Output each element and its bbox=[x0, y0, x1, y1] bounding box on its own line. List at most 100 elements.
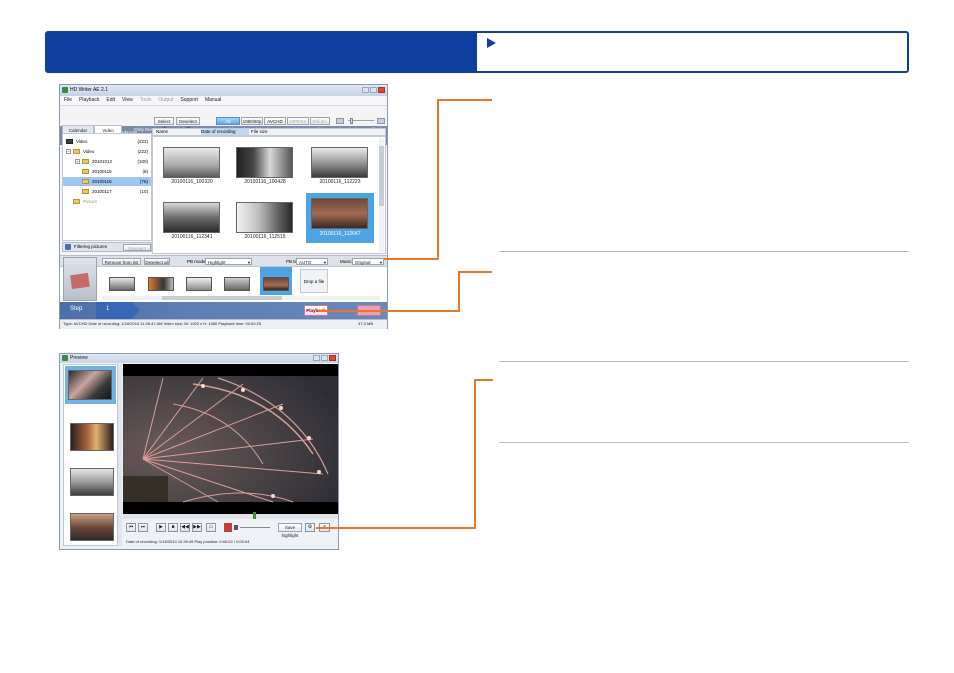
callout-line-2-vertical bbox=[458, 272, 460, 311]
pb-mode-select[interactable]: Highlight ▾ bbox=[205, 258, 252, 265]
tree-item-20100115[interactable]: 20100115 (8) bbox=[63, 167, 151, 176]
step-1-segment: 1 bbox=[96, 302, 132, 319]
scene-thumb-3[interactable]: 20100116_112223 bbox=[308, 144, 378, 190]
strip-item-2[interactable] bbox=[70, 423, 114, 451]
scene-caption: 20100116_112515 bbox=[244, 234, 286, 240]
scene-caption: 20100116_112647 bbox=[319, 231, 361, 237]
strip-splitter[interactable] bbox=[118, 364, 122, 546]
stop-icon[interactable]: ■ bbox=[168, 523, 178, 532]
grid-scrollbar[interactable] bbox=[379, 138, 384, 252]
zoom-slider-thumb[interactable] bbox=[350, 118, 353, 124]
tree-item-picture[interactable]: Picture bbox=[63, 197, 151, 206]
sort-date[interactable]: Date of recording bbox=[201, 129, 249, 135]
close-button[interactable] bbox=[378, 87, 385, 93]
tree-item-root[interactable]: Video (222) bbox=[63, 137, 151, 146]
strip-thumb-5-selected[interactable] bbox=[260, 267, 292, 295]
volume-icon bbox=[234, 525, 238, 530]
drop-a-file-target[interactable]: Drop a file bbox=[300, 269, 328, 293]
callout-line-3-top bbox=[474, 379, 493, 381]
strip-item-3[interactable] bbox=[70, 468, 114, 496]
strip-thumb-1[interactable] bbox=[109, 277, 135, 291]
pb-mode-value: Highlight bbox=[208, 260, 226, 265]
strip-scrollbar[interactable] bbox=[102, 296, 380, 300]
menu-edit[interactable]: Edit bbox=[106, 96, 115, 105]
menu-manual[interactable]: Manual bbox=[205, 96, 221, 105]
seek-bar[interactable] bbox=[123, 512, 338, 519]
next-scene-icon[interactable]: ⏭ bbox=[138, 523, 148, 532]
chevron-down-icon: ▾ bbox=[379, 260, 382, 265]
grid-view-icon[interactable] bbox=[336, 118, 344, 124]
tree-item-20100116[interactable]: 20100116 (76) bbox=[63, 177, 151, 186]
menu-view[interactable]: View bbox=[122, 96, 133, 105]
preview-status: Date of recording: 1/16/2010 10:39:45 Pl… bbox=[126, 539, 250, 544]
strip-thumb-3[interactable] bbox=[186, 277, 212, 291]
deselect-filter-button[interactable]: Deselect bbox=[123, 244, 151, 251]
filter-avchd-button[interactable]: AVCHD bbox=[264, 117, 286, 125]
scene-caption: 20100116_112341 bbox=[171, 234, 213, 240]
filter-1080-button[interactable]: 1080/50p bbox=[241, 117, 263, 125]
deselect-all-list-button[interactable]: Deselect all bbox=[144, 258, 170, 265]
seek-bar-thumb[interactable] bbox=[253, 512, 256, 519]
expand-icon[interactable]: + bbox=[75, 159, 80, 164]
strip-thumb-4[interactable] bbox=[224, 277, 250, 291]
settings-icon[interactable]: ⚙ bbox=[305, 523, 315, 532]
section-divider-1 bbox=[499, 251, 909, 252]
scene-thumb-6-selected[interactable]: 20100116_112647 bbox=[306, 193, 374, 243]
deselect-all-button[interactable]: Deselect all bbox=[176, 117, 200, 131]
scene-thumb-1[interactable]: 20100116_100320 bbox=[160, 144, 230, 190]
remove-from-list-button[interactable]: Remove from list bbox=[102, 258, 141, 265]
menu-tools[interactable]: Tools bbox=[140, 96, 152, 105]
step-arrow-icon bbox=[132, 302, 140, 318]
title-bar: HD Writer AE 2.1 bbox=[60, 85, 387, 96]
tree-count: (10) bbox=[139, 189, 148, 194]
play-triangle-icon bbox=[487, 38, 496, 48]
menu-output[interactable]: Output bbox=[158, 96, 173, 105]
tree-label: 20100115 bbox=[92, 169, 112, 174]
play-icon[interactable]: ▶ bbox=[156, 523, 166, 532]
fast-forward-icon[interactable]: ▶▶ bbox=[192, 523, 202, 532]
fullscreen-icon[interactable]: ▭ bbox=[206, 523, 216, 532]
tree-item-20100117[interactable]: 20100117 (10) bbox=[63, 187, 151, 196]
preview-window: Preview ⏮ ⏭ ▶ ■ ◀◀ ▶▶ ▭ Save highlight ⚙… bbox=[59, 353, 339, 550]
strip-thumb-2[interactable] bbox=[148, 277, 174, 291]
minimize-button[interactable] bbox=[313, 355, 320, 361]
record-mark-icon[interactable] bbox=[224, 523, 232, 532]
prev-scene-icon[interactable]: ⏮ bbox=[126, 523, 136, 532]
scene-grid: 20100116_100320 20100116_100428 20100116… bbox=[152, 136, 386, 254]
select-all-button[interactable]: Select all bbox=[154, 117, 174, 131]
large-view-icon[interactable] bbox=[377, 118, 385, 124]
callout-line-3-horizontal bbox=[316, 527, 476, 529]
pb-time-select[interactable]: AUTO ▾ bbox=[296, 258, 328, 265]
menu-support[interactable]: Support bbox=[180, 96, 198, 105]
pb-mode-label: PB mode bbox=[187, 259, 206, 264]
sort-name[interactable]: Name bbox=[156, 129, 168, 135]
save-highlight-button[interactable]: Save highlight bbox=[278, 523, 302, 538]
sort-size[interactable]: File size bbox=[251, 129, 268, 135]
menu-playback[interactable]: Playback bbox=[79, 96, 99, 105]
collapse-icon[interactable]: − bbox=[66, 149, 71, 154]
chevron-down-icon: ▾ bbox=[323, 260, 326, 265]
strip-item-4[interactable] bbox=[70, 513, 114, 541]
close-button[interactable] bbox=[329, 355, 336, 361]
tree-item-video[interactable]: − Video (222) bbox=[63, 147, 151, 156]
scene-thumb-4[interactable]: 20100116_112341 bbox=[160, 199, 230, 245]
music-select[interactable]: Original ▾ bbox=[352, 258, 384, 265]
strip-item-selected[interactable] bbox=[65, 366, 116, 404]
rewind-icon[interactable]: ◀◀ bbox=[180, 523, 190, 532]
filter-still-button[interactable]: Still pic. bbox=[310, 117, 330, 125]
tree-label: Video bbox=[76, 139, 88, 144]
minimize-button[interactable] bbox=[362, 87, 369, 93]
maximize-button[interactable] bbox=[321, 355, 328, 361]
volume-slider[interactable] bbox=[240, 527, 270, 528]
callout-line-1-top bbox=[437, 99, 492, 101]
menu-file[interactable]: File bbox=[64, 96, 72, 105]
scene-thumb-2[interactable]: 20100116_100428 bbox=[233, 144, 303, 190]
filter-all-button[interactable]: All bbox=[216, 117, 240, 125]
scene-strip bbox=[63, 364, 118, 546]
maximize-button[interactable] bbox=[370, 87, 377, 93]
strip-scrollbar-thumb[interactable] bbox=[162, 296, 282, 300]
grid-scrollbar-thumb[interactable] bbox=[379, 146, 384, 206]
filter-mpeg2-button[interactable]: MPEG2 bbox=[287, 117, 309, 125]
tree-item-20101012[interactable]: + 20101012 (100) bbox=[63, 157, 151, 166]
scene-thumb-5[interactable]: 20100116_112515 bbox=[233, 199, 303, 245]
